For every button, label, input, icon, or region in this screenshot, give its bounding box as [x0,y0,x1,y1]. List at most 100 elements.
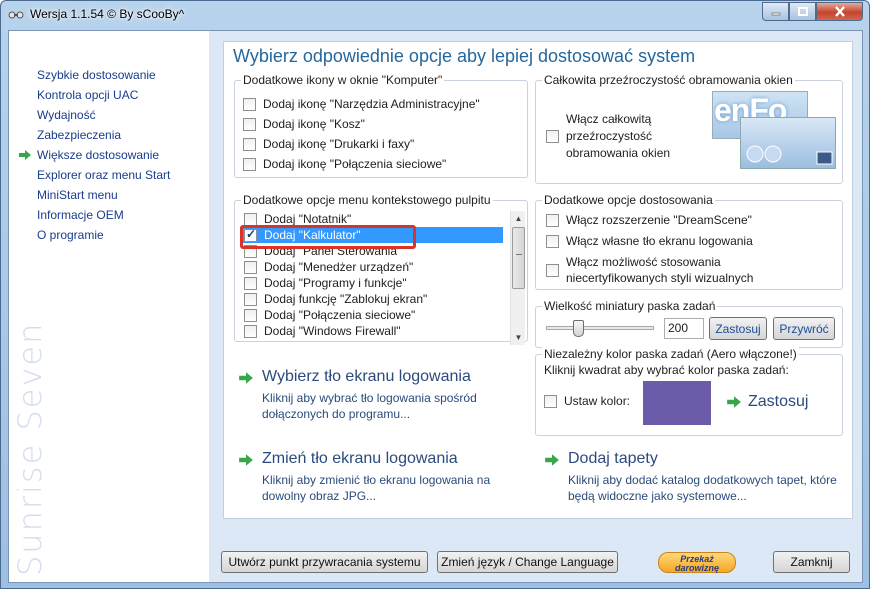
scroll-up-icon[interactable]: ▲ [511,211,526,226]
sidebar-item-label: Explorer oraz menu Start [37,168,171,182]
sidebar-item-explorer[interactable]: Explorer oraz menu Start [37,165,170,185]
list-item[interactable]: Dodaj "Windows Firewall" [240,323,503,339]
checkbox[interactable] [244,324,257,338]
sidebar-item-about[interactable]: O programie [37,225,170,245]
sidebar-item-label: Informacje OEM [37,208,124,222]
checkbox[interactable] [546,213,559,227]
checkbox-uncertified-styles[interactable]: Włącz możliwość stosowania niecertyfikow… [546,254,753,286]
color-swatch[interactable] [643,381,711,425]
checkbox-dreamscene[interactable]: Włącz rozszerzenie "DreamScene" [546,213,752,227]
item-label: Dodaj "Notatnik" [264,212,352,226]
checkbox-label: Włącz możliwość stosowania niecertyfikow… [566,254,753,286]
title-bar[interactable]: Wersja 1.1.54 © By sCooBy^ [1,1,869,29]
scrollbar[interactable]: ▲ ▼ [510,211,525,345]
scroll-down-icon[interactable]: ▼ [511,330,526,345]
task-choose-logon-bg[interactable]: Wybierz tło ekranu logowania Kliknij aby… [238,368,528,421]
task-description: Kliknij aby zmienić tło ekranu logowania… [262,472,490,504]
options-panel: Wybierz odpowiednie opcje aby lepiej dos… [223,41,853,519]
sidebar-item-oem[interactable]: Informacje OEM [37,205,170,225]
group-title: Dodatkowe opcje menu kontekstowego pulpi… [241,193,493,207]
checkbox[interactable] [546,234,559,248]
arrow-right-icon [239,372,253,384]
desc-line: Kliknij aby wybrać tło logowania spośród [262,391,477,405]
checkbox[interactable] [546,130,559,143]
apply-thumb-button[interactable]: Zastosuj [709,317,767,340]
list-item[interactable]: Dodaj "Menedżer urządzeń" [240,259,503,275]
checkbox[interactable] [243,97,256,111]
arrow-right-icon [727,396,741,408]
checkbox[interactable] [244,212,257,226]
sidebar-item-quick[interactable]: Szybkie dostosowanie [37,65,170,85]
checkbox-label: Włącz własne tło ekranu logowania [566,234,753,248]
item-label: Dodaj "Połączenia sieciowe" [264,308,416,322]
sidebar-item-label: Kontrola opcji UAC [37,88,139,102]
thumbnail-size-input[interactable]: 200 [664,318,704,339]
maximize-button[interactable] [789,2,816,21]
sidebar-item-label: O programie [37,228,104,242]
change-language-button[interactable]: Zmień język / Change Language [437,551,618,573]
restore-thumb-button[interactable]: Przywróć [773,317,835,340]
list-item[interactable]: Dodaj "Połączenia sieciowe" [240,307,503,323]
scroll-thumb[interactable] [512,227,525,289]
checkbox-full-transparency[interactable]: Włącz całkowitą przeźroczystość obramowa… [546,111,670,162]
screen-icon [816,151,833,165]
checkbox-set-color[interactable]: Ustaw kolor: [544,394,630,408]
computer-icons-group: Dodatkowe ikony w oknie "Komputer" Dodaj… [234,73,528,178]
task-title[interactable]: Wybierz tło ekranu logowania [262,368,471,386]
transparency-group: Całkowita przeźroczystość obramowania ok… [535,73,843,184]
sidebar-item-ministart[interactable]: MiniStart menu [37,185,170,205]
task-change-logon-bg[interactable]: Zmień tło ekranu logowania Kliknij aby z… [238,450,528,504]
task-title[interactable]: Zmień tło ekranu logowania [262,450,458,468]
task-add-wallpapers[interactable]: Dodaj tapety Kliknij aby dodać katalog d… [544,450,844,504]
sidebar-item-uac[interactable]: Kontrola opcji UAC [37,85,170,105]
maximize-icon [797,6,808,16]
custom-options-group: Dodatkowe opcje dostosowania Włącz rozsz… [535,193,843,290]
checkbox[interactable] [244,276,257,290]
minimize-button[interactable] [762,2,789,21]
taskbar-thumbnail-group: Wielkość miniatury paska zadań 200 Zasto… [535,299,843,348]
checkbox-custom-logon[interactable]: Włącz własne tło ekranu logowania [546,234,753,248]
window-title: Wersja 1.1.54 © By sCooBy^ [30,7,185,21]
sidebar-item-security[interactable]: Zabezpieczenia [37,125,170,145]
checkbox[interactable] [244,260,257,274]
restore-point-button[interactable]: Utwórz punkt przywracania systemu [221,551,428,573]
list-item[interactable]: Dodaj "Programy i funkcje" [240,275,503,291]
sidebar: Szybkie dostosowanie Kontrola opcji UAC … [9,31,209,582]
close-app-button[interactable]: Zamknij [773,551,850,573]
checkbox[interactable] [243,117,256,131]
checkbox-label: Dodaj ikonę "Drukarki i faxy" [263,137,415,151]
client-area: Szybkie dostosowanie Kontrola opcji UAC … [8,30,863,583]
apply-color-label: Zastosuj [748,393,809,410]
close-button[interactable] [816,2,863,21]
checkbox-admin-tools[interactable]: Dodaj ikonę "Narzędzia Administracyjne" [243,97,480,111]
label-line: obramowania okien [566,146,671,160]
sidebar-item-label: Wydajność [37,108,96,122]
item-label: Dodaj "Windows Firewall" [264,324,401,338]
list-item[interactable]: Dodaj funkcję "Zablokuj ekran" [240,291,503,307]
checkbox[interactable] [243,157,256,171]
desc-line: Kliknij aby dodać katalog dodatkowych ta… [568,473,837,487]
task-title[interactable]: Dodaj tapety [568,450,658,468]
checkbox[interactable] [244,292,257,306]
apply-color-button[interactable]: Zastosuj [726,393,808,411]
checkbox[interactable] [243,137,256,151]
sidebar-item-label: Większe dostosowanie [37,148,160,162]
slider-thumb[interactable] [573,320,585,337]
checkbox-printers[interactable]: Dodaj ikonę "Drukarki i faxy" [243,137,414,151]
sidebar-item-customization[interactable]: Większe dostosowanie [19,145,170,165]
checkbox-label: Włącz rozszerzenie "DreamScene" [566,213,752,227]
sidebar-item-performance[interactable]: Wydajność [37,105,170,125]
checkbox[interactable] [546,263,559,277]
label-line: Włącz całkowitą [566,112,652,126]
brand-text: Sunrise Seven [11,321,49,576]
highlight-frame [240,225,416,249]
checkbox[interactable] [544,394,557,408]
donate-button[interactable]: Przekaż darowiznę [658,552,736,573]
arrow-right-icon [19,150,31,160]
task-description: Kliknij aby dodać katalog dodatkowych ta… [568,472,837,504]
checkbox[interactable] [244,308,257,322]
thumbnail-size-slider[interactable] [546,326,654,330]
checkbox-label: Włącz całkowitą przeźroczystość obramowa… [566,111,670,162]
checkbox-network-connections[interactable]: Dodaj ikonę "Połączenia sieciowe" [243,157,446,171]
checkbox-recycle-bin[interactable]: Dodaj ikonę "Kosz" [243,117,365,131]
